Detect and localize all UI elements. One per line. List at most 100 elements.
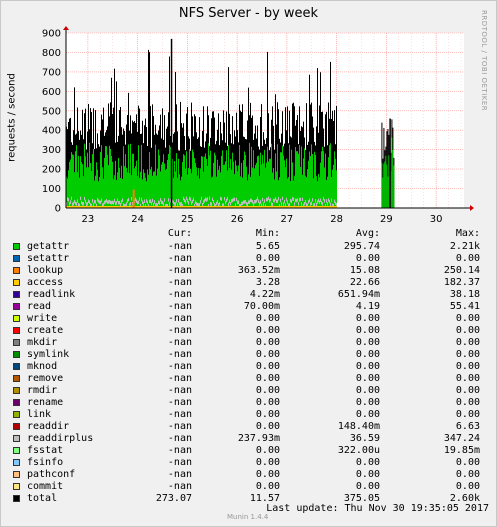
legend-max: 0.00 — [455, 253, 480, 264]
legend-row-fsstat: fsstat -nan 0.00 322.00u 19.85m — [12, 445, 490, 457]
header-max: Max: — [455, 228, 480, 239]
legend-min: 0.00 — [255, 481, 280, 492]
legend-cur: -nan — [167, 409, 192, 420]
legend-max: 0.00 — [455, 481, 480, 492]
legend: Cur: Min: Avg: Max: getattr -nan 5.65 295.7… — [12, 228, 490, 505]
legend-min: 3.28 — [255, 277, 280, 288]
x-tick-label: 24 — [131, 214, 144, 225]
legend-name: rename — [27, 397, 64, 408]
legend-row-read: read -nan 70.00m 4.19 55.41 — [12, 301, 490, 313]
legend-cur: -nan — [167, 325, 192, 336]
legend-min: 237.93m — [237, 433, 280, 444]
x-axis-arrow — [470, 205, 474, 211]
legend-max: 0.00 — [455, 469, 480, 480]
legend-cur: -nan — [167, 373, 192, 384]
legend-min: 0.00 — [255, 337, 280, 348]
legend-min: 4.22m — [249, 289, 280, 300]
legend-cur: -nan — [167, 361, 192, 372]
legend-name: link — [27, 409, 52, 420]
legend-swatch — [13, 411, 20, 418]
y-tick-label: 0 — [55, 204, 61, 215]
legend-min: 363.52m — [237, 265, 280, 276]
legend-row-setattr: setattr -nan 0.00 0.00 0.00 — [12, 253, 490, 265]
y-tick-label: 900 — [42, 29, 61, 40]
legend-max: 182.37 — [443, 277, 480, 288]
legend-row-rmdir: rmdir -nan 0.00 0.00 0.00 — [12, 385, 490, 397]
legend-name: create — [27, 325, 64, 336]
header-avg: Avg: — [355, 228, 380, 239]
legend-swatch — [13, 363, 20, 370]
legend-avg: 22.66 — [349, 277, 380, 288]
legend-cur: -nan — [167, 337, 192, 348]
legend-row-readlink: readlink -nan 4.22m 651.94m 38.18 — [12, 289, 490, 301]
legend-max: 0.00 — [455, 313, 480, 324]
legend-swatch — [13, 267, 20, 274]
legend-swatch — [13, 291, 20, 298]
legend-swatch — [13, 375, 20, 382]
legend-cur: -nan — [167, 301, 192, 312]
legend-avg: 0.00 — [355, 313, 380, 324]
legend-swatch — [13, 447, 20, 454]
legend-avg: 0.00 — [355, 397, 380, 408]
munin-version: Munin 1.4.4 — [227, 513, 269, 521]
legend-row-mknod: mknod -nan 0.00 0.00 0.00 — [12, 361, 490, 373]
legend-swatch — [13, 351, 20, 358]
legend-min: 0.00 — [255, 253, 280, 264]
legend-row-fsinfo: fsinfo -nan 0.00 0.00 0.00 — [12, 457, 490, 469]
legend-avg: 0.00 — [355, 481, 380, 492]
legend-name: lookup — [27, 265, 64, 276]
legend-min: 0.00 — [255, 361, 280, 372]
legend-max: 347.24 — [443, 433, 480, 444]
legend-row-access: access -nan 3.28 22.66 182.37 — [12, 277, 490, 289]
legend-swatch — [13, 243, 20, 250]
legend-min: 0.00 — [255, 457, 280, 468]
legend-max: 55.41 — [449, 301, 480, 312]
legend-max: 0.00 — [455, 325, 480, 336]
legend-avg: 0.00 — [355, 349, 380, 360]
legend-min: 0.00 — [255, 349, 280, 360]
legend-max: 0.00 — [455, 457, 480, 468]
legend-avg: 0.00 — [355, 337, 380, 348]
x-tick-label: 28 — [330, 214, 343, 225]
legend-avg: 0.00 — [355, 373, 380, 384]
legend-row-create: create -nan 0.00 0.00 0.00 — [12, 325, 490, 337]
legend-max: 0.00 — [455, 373, 480, 384]
legend-min: 5.65 — [255, 241, 280, 252]
y-tick-labels: 0 100 200 300 400 500 600 700 800 900 — [42, 29, 61, 215]
legend-avg: 295.74 — [343, 241, 380, 252]
legend-swatch — [13, 423, 20, 430]
legend-name: setattr — [27, 253, 70, 264]
y-tick-label: 500 — [42, 106, 61, 117]
y-tick-label: 400 — [42, 126, 61, 137]
legend-avg: 651.94m — [337, 289, 380, 300]
legend-swatch — [13, 255, 20, 262]
legend-swatch — [13, 471, 20, 478]
legend-min: 0.00 — [255, 313, 280, 324]
legend-row-readdirplus: readdirplus -nan 237.93m 36.59 347.24 — [12, 433, 490, 445]
x-tick-label: 27 — [281, 214, 294, 225]
x-tick-label: 23 — [82, 214, 95, 225]
legend-name: access — [27, 277, 64, 288]
legend-min: 0.00 — [255, 469, 280, 480]
legend-name: fsinfo — [27, 457, 64, 468]
legend-min: 0.00 — [255, 373, 280, 384]
legend-swatch — [13, 435, 20, 442]
legend-max: 2.21k — [449, 241, 480, 252]
x-tick-label: 26 — [231, 214, 244, 225]
legend-max: 0.00 — [455, 397, 480, 408]
legend-avg: 0.00 — [355, 361, 380, 372]
legend-avg: 0.00 — [355, 253, 380, 264]
legend-max: 0.00 — [455, 337, 480, 348]
legend-swatch — [13, 495, 20, 502]
legend-cur: -nan — [167, 253, 192, 264]
legend-cur: -nan — [167, 397, 192, 408]
legend-avg: 322.00u — [337, 445, 380, 456]
legend-max: 0.00 — [455, 409, 480, 420]
legend-avg: 0.00 — [355, 469, 380, 480]
legend-row-getattr: getattr -nan 5.65 295.74 2.21k — [12, 241, 490, 253]
legend-name: total — [27, 493, 58, 504]
legend-avg: 0.00 — [355, 457, 380, 468]
last-update: Last update: Thu Nov 30 19:35:05 2017 — [266, 503, 489, 514]
legend-avg: 0.00 — [355, 325, 380, 336]
legend-name: fsstat — [27, 445, 64, 456]
